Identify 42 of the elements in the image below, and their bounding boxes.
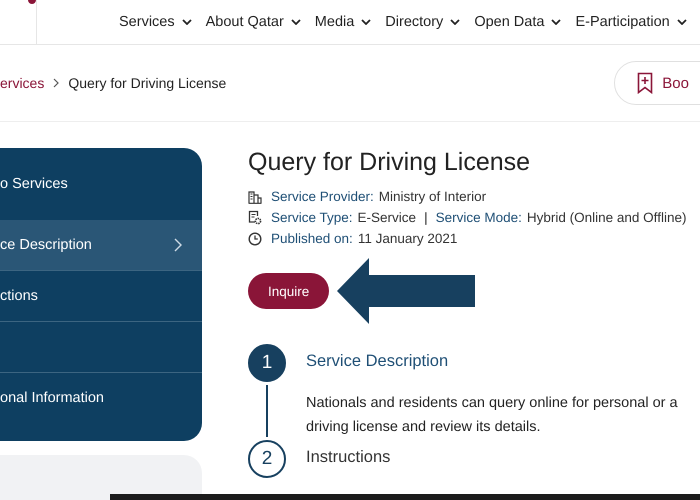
- chevron-right-icon: [53, 78, 60, 88]
- chevron-down-icon: [290, 19, 301, 25]
- meta-label: Published on:: [271, 231, 353, 246]
- meta-value: Ministry of Interior: [378, 189, 486, 204]
- step-number: 2: [248, 440, 286, 478]
- bookmark-button[interactable]: Boo: [614, 61, 700, 105]
- building-icon: [248, 190, 262, 204]
- sidebar-item[interactable]: o Services: [0, 148, 202, 220]
- meta-value: 11 January 2021: [358, 231, 458, 246]
- nav-menu-item[interactable]: E-Participation: [575, 14, 687, 30]
- breadcrumb-link[interactable]: ervices: [0, 75, 44, 91]
- document-gear-icon: [248, 210, 262, 225]
- clock-icon: [248, 232, 262, 246]
- chevron-down-icon: [450, 19, 460, 25]
- step-title: Instructions: [306, 448, 390, 467]
- meta-label: Service Provider:: [271, 189, 374, 204]
- meta-label: Service Type:: [271, 210, 353, 225]
- chevron-down-icon: [551, 19, 562, 25]
- nav-menu-item[interactable]: About Qatar: [206, 14, 301, 30]
- logo-fragment-icon: [28, 0, 36, 4]
- sidebar-item[interactable]: ctions: [0, 270, 202, 321]
- meta-label: Service Mode:: [436, 210, 522, 225]
- nav-menu-item[interactable]: Media: [314, 14, 372, 30]
- separator-text: |: [424, 210, 428, 225]
- service-title: Query for Driving License: [248, 148, 532, 177]
- nav-menu-item[interactable]: Directory: [385, 14, 460, 30]
- breadcrumb-current: Query for Driving License: [68, 75, 226, 91]
- chevron-down-icon: [182, 19, 192, 25]
- bookmark-plus-icon: [637, 72, 654, 94]
- chevron-down-icon: [676, 19, 687, 25]
- chevron-right-icon: [174, 238, 182, 252]
- chevron-down-icon: [361, 19, 372, 25]
- inquire-button[interactable]: Inquire: [248, 273, 330, 309]
- step-title: Service Description: [306, 352, 450, 371]
- meta-value: Hybrid (Online and Offline): [526, 210, 686, 225]
- sidebar-item[interactable]: onal Information: [0, 372, 202, 423]
- nav-menu-item[interactable]: Services: [119, 14, 192, 30]
- nav-menu-item[interactable]: Open Data: [474, 14, 562, 30]
- meta-value: E-Service: [358, 210, 416, 225]
- step-number: 1: [248, 344, 286, 382]
- sidebar-item[interactable]: ce Description: [0, 220, 202, 270]
- step-description: Nationals and residents can query online for personal or a driving license and review its details.: [306, 394, 679, 437]
